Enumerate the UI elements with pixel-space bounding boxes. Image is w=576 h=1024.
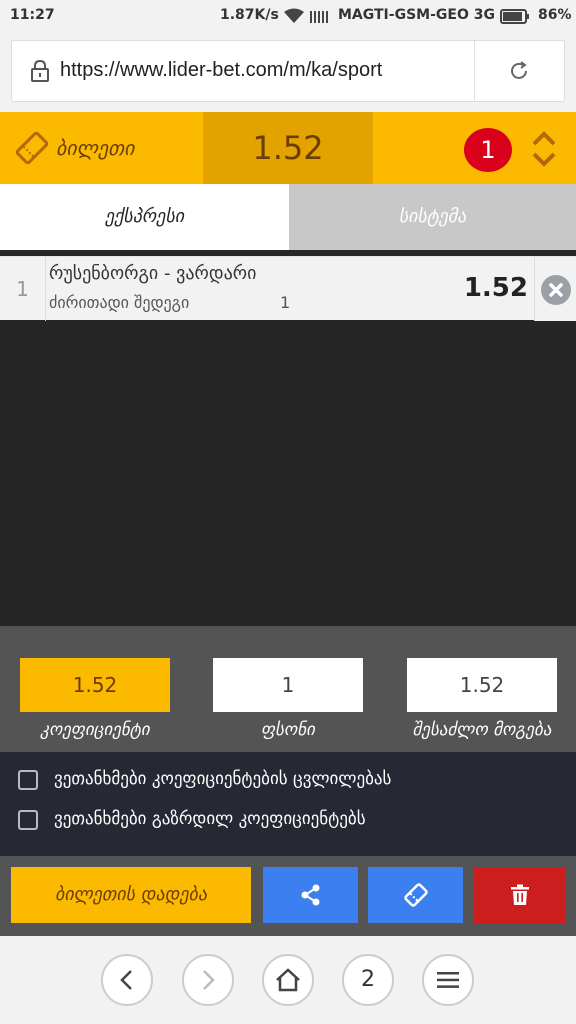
share-button[interactable] xyxy=(263,867,358,923)
menu-icon xyxy=(437,972,459,988)
network-speed: 1.87K/s xyxy=(220,7,279,23)
ticket-title: ბილეთი xyxy=(56,136,135,160)
forward-button[interactable] xyxy=(182,954,234,1006)
close-icon xyxy=(541,275,571,305)
place-bet-button[interactable]: ბილეთის დადება xyxy=(11,867,251,923)
ticket-icon xyxy=(15,132,49,164)
bet-options: ვეთანხმები კოეფიციენტების ცვლილებას ვეთა… xyxy=(0,752,576,856)
bet-summary: 1.52 1 1.52 კოეფიციენტი ფსონი შესაძლო მო… xyxy=(0,626,576,752)
status-time: 11:27 xyxy=(10,7,55,23)
stake-label: ფსონი xyxy=(261,720,315,740)
ticket-button[interactable] xyxy=(368,867,463,923)
total-odds-block: 1.52 xyxy=(203,112,373,184)
remove-bet-button[interactable] xyxy=(534,257,576,321)
possible-win-value: 1.52 xyxy=(407,658,557,712)
market-name: ძირითადი შედეგი xyxy=(49,293,190,312)
home-button[interactable] xyxy=(262,954,314,1006)
battery-icon xyxy=(500,9,529,24)
share-icon xyxy=(301,884,319,906)
delete-all-button[interactable] xyxy=(474,867,565,923)
back-button[interactable] xyxy=(101,954,153,1006)
ticket-icon xyxy=(403,883,428,907)
stake-input[interactable]: 1 xyxy=(213,658,363,712)
browser-bottom-nav: 2 xyxy=(0,936,576,1024)
wifi-icon xyxy=(284,8,304,23)
chevron-left-icon xyxy=(120,970,132,990)
bet-pick: 1 xyxy=(280,293,291,312)
tabs-count-button[interactable]: 2 xyxy=(342,954,394,1006)
address-divider xyxy=(474,41,475,101)
ticket-header[interactable]: ბილეთი 1.52 1 xyxy=(0,112,576,184)
action-bar: ბილეთის დადება xyxy=(0,856,576,936)
signal-icon xyxy=(310,11,328,23)
tab-system[interactable]: სისტემა xyxy=(289,184,576,250)
trash-icon xyxy=(510,884,529,905)
carrier-name: MAGTI-GSM-GEO 3G xyxy=(338,7,495,23)
possible-win-label: შესაძლო მოგება xyxy=(412,720,552,740)
bet-type-tabs: ექსპრესი სისტემა xyxy=(0,184,576,250)
bet-row: 1 რუსენბორგი - ვარდარი ძირითადი შედეგი 1… xyxy=(0,256,576,321)
battery-percent: 86% xyxy=(538,7,572,23)
reload-icon[interactable] xyxy=(507,59,531,83)
address-bar[interactable]: https://www.lider-bet.com/m/ka/sport xyxy=(11,40,565,102)
accept-boosted-odds-label[interactable]: ვეთანხმები გაზრდილ კოეფიციენტებს xyxy=(54,809,366,829)
coefficient-value: 1.52 xyxy=(20,658,170,712)
status-bar: 11:27 1.87K/s MAGTI-GSM-GEO 3G 86% xyxy=(0,0,576,32)
accept-odds-change-label[interactable]: ვეთანხმები კოეფიციენტების ცვლილებას xyxy=(54,769,391,789)
match-name: რუსენბორგი - ვარდარი xyxy=(49,263,257,284)
home-icon xyxy=(276,968,300,992)
bet-count-badge: 1 xyxy=(464,128,512,172)
accept-odds-change-checkbox[interactable] xyxy=(18,770,38,790)
coefficient-label: კოეფიციენტი xyxy=(40,720,150,740)
total-odds: 1.52 xyxy=(252,129,324,167)
accept-boosted-odds-checkbox[interactable] xyxy=(18,810,38,830)
url-text[interactable]: https://www.lider-bet.com/m/ka/sport xyxy=(60,59,382,82)
bet-index: 1 xyxy=(0,257,46,321)
tab-express[interactable]: ექსპრესი xyxy=(0,184,289,250)
expand-collapse-icon[interactable] xyxy=(530,130,558,168)
lock-icon xyxy=(31,60,49,82)
page: 11:27 1.87K/s MAGTI-GSM-GEO 3G 86% https… xyxy=(0,0,576,1024)
menu-button[interactable] xyxy=(422,954,474,1006)
browser-toolbar: https://www.lider-bet.com/m/ka/sport xyxy=(0,32,576,112)
chevron-right-icon xyxy=(203,970,215,990)
bet-odds: 1.52 xyxy=(463,273,528,303)
